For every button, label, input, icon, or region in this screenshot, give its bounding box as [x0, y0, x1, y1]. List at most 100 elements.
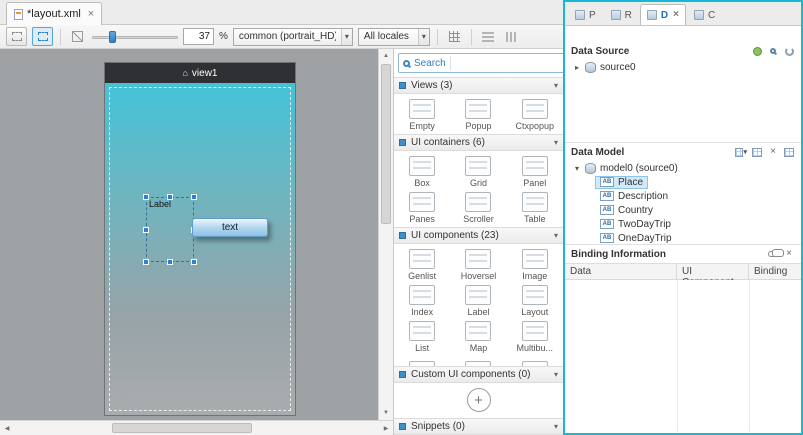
zoom-slider[interactable]: [92, 28, 178, 46]
scroll-right-icon[interactable]: ▶: [379, 421, 393, 435]
align-vertical-button[interactable]: [503, 27, 522, 46]
field: AB TwoDayTrip: [595, 218, 676, 231]
section-header-snippets[interactable]: Snippets (0) ▾: [394, 418, 563, 435]
string-field-icon: AB: [600, 219, 614, 229]
horizontal-scroll-thumb[interactable]: [112, 423, 252, 433]
tab-palette[interactable]: P: [568, 4, 603, 25]
palette-item-partial[interactable]: [394, 358, 450, 366]
selection-rect[interactable]: Label: [146, 197, 194, 262]
selection-tool-button[interactable]: [32, 27, 53, 46]
delete-field-button[interactable]: ×: [767, 146, 779, 158]
palette-search-field[interactable]: Search: [398, 53, 563, 73]
tree-item-twodaytrip[interactable]: AB TwoDayTrip: [565, 217, 801, 231]
vertical-scroll-thumb[interactable]: [381, 64, 391, 224]
tree-item-description[interactable]: AB Description: [565, 189, 801, 203]
add-model-button[interactable]: ▾: [735, 146, 747, 158]
tree-item-country[interactable]: AB Country: [565, 203, 801, 217]
palette-item-label[interactable]: Label: [450, 282, 506, 318]
label-widget[interactable]: Label: [149, 199, 171, 209]
section-header-components[interactable]: UI components (23) ▾: [394, 227, 563, 244]
refresh-datasource-button[interactable]: [783, 45, 795, 57]
canvas-vertical-scrollbar[interactable]: ▲ ▼: [378, 49, 393, 420]
resize-handle[interactable]: [143, 194, 149, 200]
scroll-left-icon[interactable]: ◀: [0, 421, 14, 435]
design-canvas[interactable]: ⌂ view1 Label: [0, 49, 378, 420]
zoom-input[interactable]: [183, 28, 214, 45]
close-icon[interactable]: ×: [673, 10, 679, 20]
tree-item-onedaytrip[interactable]: AB OneDayTrip: [565, 231, 801, 245]
grid-toggle-button[interactable]: [445, 27, 464, 46]
collapse-all-button[interactable]: [783, 146, 795, 158]
palette-item-table[interactable]: Table: [507, 189, 563, 225]
view-bounds-outline: [109, 87, 291, 411]
remove-binding-button[interactable]: ×: [783, 248, 795, 260]
resize-handle[interactable]: [167, 259, 173, 265]
resize-handle[interactable]: [143, 227, 149, 233]
palette-item-image[interactable]: Image: [507, 246, 563, 282]
resize-handle[interactable]: [143, 259, 149, 265]
tree-item-label: source0: [600, 62, 636, 73]
palette-item-panel[interactable]: Panel: [507, 153, 563, 189]
section-header-containers[interactable]: UI containers (6) ▾: [394, 134, 563, 151]
add-datasource-button[interactable]: [751, 45, 763, 57]
canvas-horizontal-scrollbar[interactable]: ◀ ▶: [0, 420, 393, 435]
palette-item-empty[interactable]: Empty: [394, 96, 450, 132]
column-divider: [749, 280, 750, 433]
column-header-ui-component[interactable]: UI Component: [677, 264, 749, 279]
phone-preview: ⌂ view1 Label: [105, 63, 295, 415]
column-header-data[interactable]: Data: [565, 264, 677, 279]
column-header-binding[interactable]: Binding: [749, 264, 801, 279]
profile-dropdown[interactable]: common (portrait_HD) ▾: [233, 28, 353, 46]
palette-item-multibutton[interactable]: Multibu...: [507, 318, 563, 354]
palette-item-map[interactable]: Map: [450, 318, 506, 354]
tab-resource[interactable]: R: [604, 4, 639, 25]
palette-item-genlist[interactable]: Genlist: [394, 246, 450, 282]
locale-dropdown[interactable]: All locales ▾: [358, 28, 430, 46]
views-grid: Empty Popup Ctxpopup: [394, 94, 563, 134]
link-binding-button[interactable]: [767, 248, 779, 260]
resize-handle[interactable]: [191, 259, 197, 265]
zoom-slider-handle[interactable]: [109, 31, 116, 43]
scroll-up-icon[interactable]: ▲: [379, 49, 393, 63]
pointer-tool-button[interactable]: [6, 27, 27, 46]
palette-item-grid[interactable]: Grid: [450, 153, 506, 189]
tree-item-source0[interactable]: ▸ source0: [565, 60, 801, 74]
palette-item-partial[interactable]: [450, 358, 506, 366]
tree-item-place[interactable]: AB Place: [565, 175, 801, 189]
fit-to-window-button[interactable]: [68, 27, 87, 46]
resize-handle[interactable]: [167, 194, 173, 200]
palette-item-ctxpopup[interactable]: Ctxpopup: [507, 96, 563, 132]
palette-item-layout[interactable]: Layout: [507, 282, 563, 318]
binding-table-body[interactable]: [565, 280, 801, 433]
palette-item-panes[interactable]: Panes: [394, 189, 450, 225]
button-widget[interactable]: text: [192, 218, 268, 237]
scroll-down-icon[interactable]: ▼: [379, 406, 393, 420]
tree-item-model0[interactable]: ▾ model0 (source0): [565, 161, 801, 175]
close-icon[interactable]: ×: [88, 9, 94, 19]
resize-handle[interactable]: [191, 194, 197, 200]
delete-icon: ×: [770, 147, 776, 157]
palette-item-popup[interactable]: Popup: [450, 96, 506, 132]
tab-data-binding[interactable]: D ×: [640, 4, 686, 25]
palette-item-box[interactable]: Box: [394, 153, 450, 189]
align-horizontal-button[interactable]: [479, 27, 498, 46]
view-body[interactable]: Label text: [105, 83, 295, 415]
palette-item-partial[interactable]: [507, 358, 563, 366]
tab-label: C: [708, 10, 715, 21]
tab-layout-xml[interactable]: *layout.xml ×: [6, 2, 102, 25]
collapse-icon[interactable]: ▾: [573, 164, 581, 173]
palette-item-scroller[interactable]: Scroller: [450, 189, 506, 225]
section-header-views[interactable]: Views (3) ▾: [394, 77, 563, 94]
expand-icon[interactable]: ▸: [573, 63, 581, 72]
tab-console[interactable]: C: [687, 4, 722, 25]
palette-item-index[interactable]: Index: [394, 282, 450, 318]
toolbar-separator: [60, 29, 61, 45]
palette-item-hoversel[interactable]: Hoversel: [450, 246, 506, 282]
containers-grid: Box Grid Panel Panes Scroller Table: [394, 151, 563, 227]
add-field-button[interactable]: [751, 146, 763, 158]
search-datasource-button[interactable]: [767, 45, 779, 57]
add-custom-component-button[interactable]: +: [467, 388, 491, 412]
search-input[interactable]: [455, 58, 563, 69]
section-header-custom[interactable]: Custom UI components (0) ▾: [394, 366, 563, 383]
palette-item-list[interactable]: List: [394, 318, 450, 354]
